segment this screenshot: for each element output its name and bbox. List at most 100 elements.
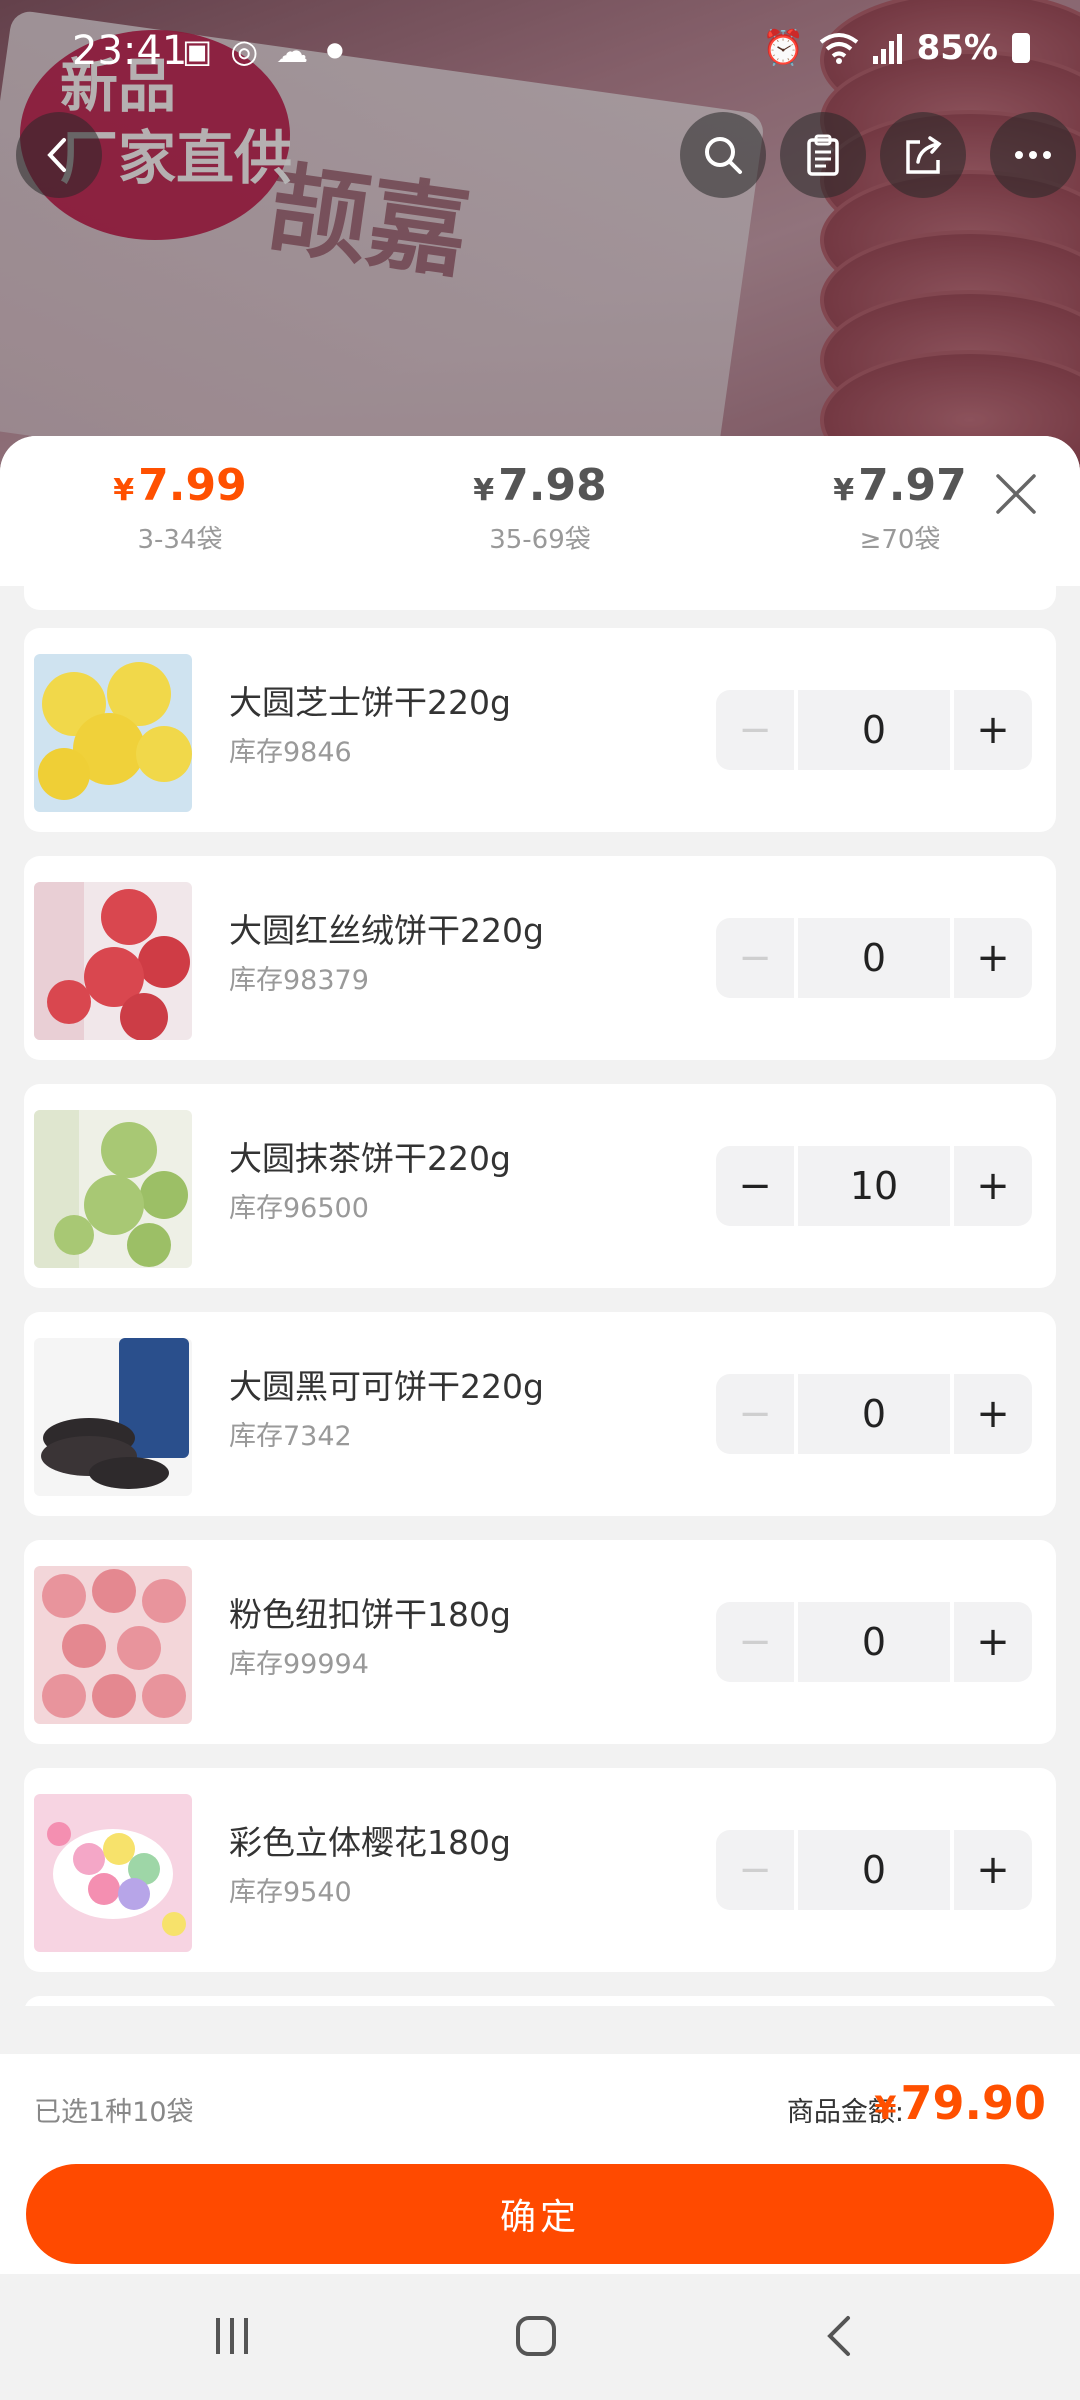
back-button[interactable]	[16, 112, 102, 198]
quantity-stepper: − 0 +	[716, 690, 1032, 770]
quantity-stepper: − 0 +	[716, 1830, 1032, 1910]
tier-range: 3-34袋	[137, 525, 223, 555]
total-value: 79.90	[900, 2076, 1046, 2130]
product-thumbnail	[34, 654, 192, 812]
quantity-stepper: − 0 +	[716, 1374, 1032, 1454]
decrement-button[interactable]: −	[716, 918, 794, 998]
back-nav-icon	[827, 2316, 850, 2356]
decrement-button[interactable]: −	[716, 1374, 794, 1454]
tier-currency: ¥	[833, 473, 855, 508]
list-item-partial	[24, 586, 1056, 610]
share-button[interactable]	[880, 112, 966, 198]
price-tier-3: ¥7.97 ≥70袋	[780, 460, 1020, 556]
increment-button[interactable]: +	[954, 1602, 1032, 1682]
increment-button[interactable]: +	[954, 1374, 1032, 1454]
list-item: 彩色立体樱花180g 库存9540 − 0 +	[24, 1768, 1056, 1972]
quantity-input[interactable]: 0	[798, 1602, 950, 1682]
alarm-icon: ⏰	[762, 28, 805, 68]
dot-icon: ●	[326, 37, 344, 61]
tier-range: ≥70袋	[859, 525, 941, 555]
quantity-stepper: − 0 +	[716, 1602, 1032, 1682]
quantity-input[interactable]: 10	[798, 1146, 950, 1226]
product-thumbnail	[34, 1566, 192, 1724]
tier-price: 7.99	[138, 460, 247, 511]
more-icon	[1015, 151, 1051, 159]
home-button[interactable]	[496, 2304, 576, 2368]
search-icon	[705, 137, 742, 174]
product-thumbnail	[34, 1110, 192, 1268]
product-name: 大圆抹茶饼干220g	[229, 1139, 511, 1178]
order-footer: 已选1种10袋 商品金额: ¥79.90 确定	[0, 2054, 1080, 2274]
product-name: 彩色立体樱花180g	[229, 1823, 511, 1862]
product-stock: 库存98379	[229, 965, 369, 996]
product-stock: 库存7342	[229, 1421, 352, 1452]
quantity-stepper: − 10 +	[716, 1146, 1032, 1226]
product-stock: 库存99994	[229, 1649, 369, 1680]
total-currency: ¥	[874, 2089, 897, 2127]
clipboard-icon	[807, 134, 839, 176]
product-name: 大圆黑可可饼干220g	[229, 1367, 544, 1406]
signal-icon	[872, 34, 902, 64]
price-tier-2: ¥7.98 35-69袋	[420, 460, 660, 556]
selection-summary: 已选1种10袋	[34, 2097, 194, 2128]
status-bar: 23:41 ▣ ◎ ☁ ● ⏰ 85%	[0, 0, 1080, 100]
image-icon: ▣	[182, 32, 213, 70]
decrement-button[interactable]: −	[716, 1602, 794, 1682]
list-item: 粉色纽扣饼干180g 库存99994 − 0 +	[24, 1540, 1056, 1744]
back-nav-button[interactable]	[800, 2304, 880, 2368]
recent-apps-button[interactable]	[192, 2304, 272, 2368]
tier-currency: ¥	[113, 473, 135, 508]
increment-button[interactable]: +	[954, 1146, 1032, 1226]
close-icon[interactable]	[988, 466, 1044, 522]
status-time: 23:41	[72, 28, 188, 74]
confirm-button[interactable]: 确定	[26, 2164, 1054, 2264]
product-list: 大圆芝士饼干220g 库存9846 − 0 + 大圆红丝绒饼干220g 库存98…	[0, 586, 1080, 2006]
increment-button[interactable]: +	[954, 1830, 1032, 1910]
list-item: 大圆黑可可饼干220g 库存7342 − 0 +	[24, 1312, 1056, 1516]
search-button[interactable]	[680, 112, 766, 198]
share-icon	[906, 136, 942, 174]
product-stock: 库存96500	[229, 1193, 369, 1224]
home-icon	[516, 2316, 556, 2356]
price-tier-header: ¥7.99 3-34袋 ¥7.98 35-69袋 ¥7.97 ≥70袋	[0, 436, 1080, 586]
system-nav-bar	[0, 2274, 1080, 2400]
product-name: 粉色纽扣饼干180g	[229, 1595, 511, 1634]
product-thumbnail	[34, 1794, 192, 1952]
list-item-partial	[24, 1996, 1056, 2006]
quantity-input[interactable]: 0	[798, 918, 950, 998]
increment-button[interactable]: +	[954, 918, 1032, 998]
quantity-input[interactable]: 0	[798, 1374, 950, 1454]
sku-selection-sheet: ¥7.99 3-34袋 ¥7.98 35-69袋 ¥7.97 ≥70袋 大圆芝士…	[0, 436, 1080, 2274]
product-stock: 库存9540	[229, 1877, 352, 1908]
cloud-icon: ☁	[276, 32, 309, 70]
quantity-stepper: − 0 +	[716, 918, 1032, 998]
increment-button[interactable]: +	[954, 690, 1032, 770]
decrement-button[interactable]: −	[716, 1146, 794, 1226]
battery-icon	[1012, 33, 1030, 63]
list-item: 大圆芝士饼干220g 库存9846 − 0 +	[24, 628, 1056, 832]
wifi-icon	[819, 33, 858, 64]
instagram-icon: ◎	[230, 32, 259, 70]
quantity-input[interactable]: 0	[798, 1830, 950, 1910]
tier-price: 7.98	[498, 460, 607, 511]
product-stock: 库存9846	[229, 737, 352, 768]
tier-currency: ¥	[473, 473, 495, 508]
tier-price: 7.97	[858, 460, 967, 511]
product-thumbnail	[34, 1338, 192, 1496]
tier-range: 35-69袋	[489, 525, 591, 555]
list-item: 大圆抹茶饼干220g 库存96500 − 10 +	[24, 1084, 1056, 1288]
back-icon	[47, 138, 66, 172]
decrement-button[interactable]: −	[716, 690, 794, 770]
total-amount: ¥79.90	[874, 2076, 1046, 2130]
list-item: 大圆红丝绒饼干220g 库存98379 − 0 +	[24, 856, 1056, 1060]
product-thumbnail	[34, 882, 192, 1040]
product-name: 大圆芝士饼干220g	[229, 683, 511, 722]
battery-percent: 85%	[916, 28, 998, 68]
price-tier-1: ¥7.99 3-34袋	[60, 460, 300, 556]
recent-apps-icon	[216, 2318, 248, 2354]
product-name: 大圆红丝绒饼干220g	[229, 911, 544, 950]
more-button[interactable]	[990, 112, 1076, 198]
decrement-button[interactable]: −	[716, 1830, 794, 1910]
clipboard-button[interactable]	[780, 112, 866, 198]
quantity-input[interactable]: 0	[798, 690, 950, 770]
